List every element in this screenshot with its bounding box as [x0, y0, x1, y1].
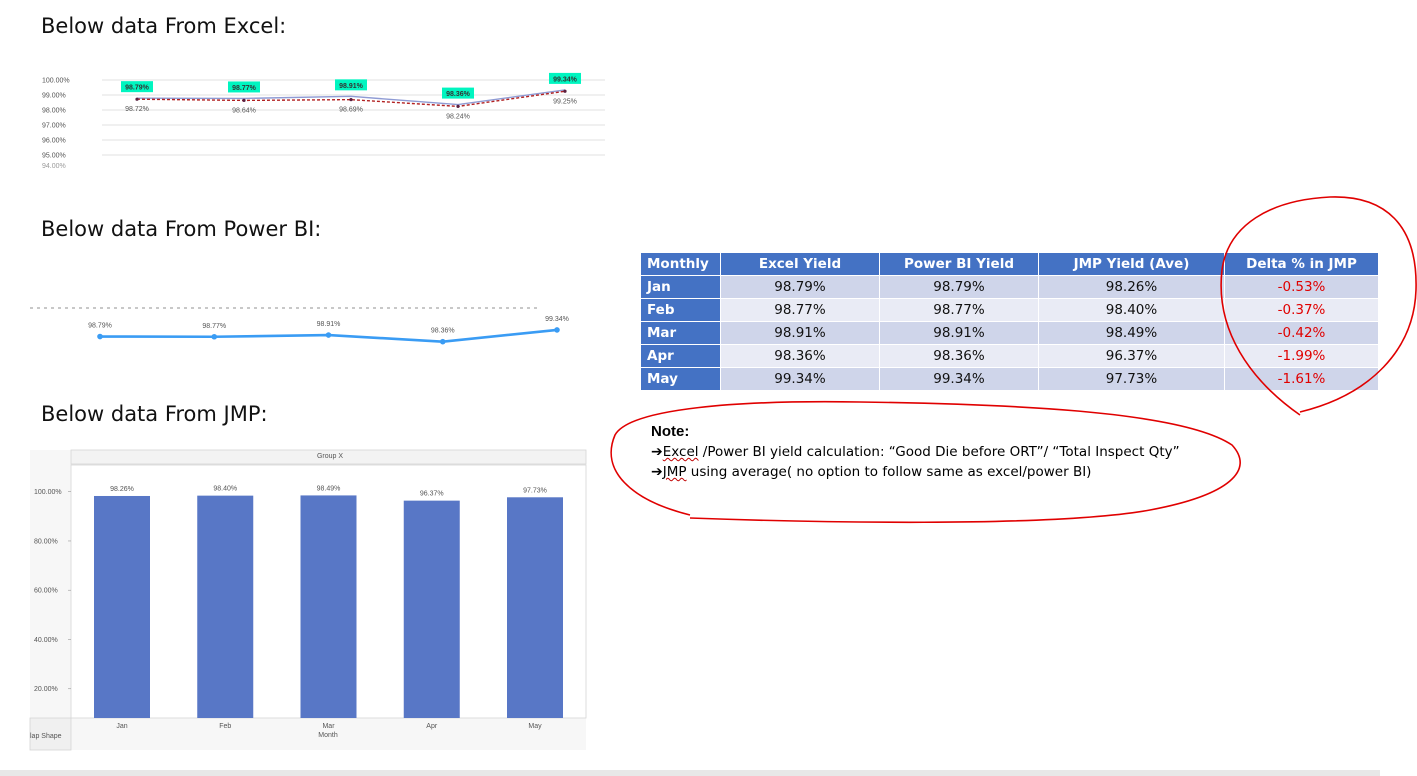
red-circle-annotation	[610, 196, 1417, 524]
note-line-2-text: using average( no option to follow same …	[686, 464, 1092, 480]
note-line-2: ➔JMP using average( no option to follow …	[651, 462, 1180, 482]
note-line-1: ➔Excel /Power BI yield calculation: “Goo…	[651, 442, 1180, 462]
arrow-right-icon: ➔	[651, 444, 663, 460]
note-excel-word: Excel	[662, 444, 699, 460]
arrow-right-icon: ➔	[651, 464, 663, 480]
note-block: Note: ➔Excel /Power BI yield calculation…	[651, 422, 1180, 482]
note-jmp-word: JMP	[662, 464, 687, 480]
note-title: Note:	[651, 423, 690, 440]
bottom-scrollbar-track	[0, 770, 1380, 776]
delta-column-circle	[1220, 196, 1417, 416]
note-line-1-text: /Power BI yield calculation: “Good Die b…	[698, 444, 1180, 460]
